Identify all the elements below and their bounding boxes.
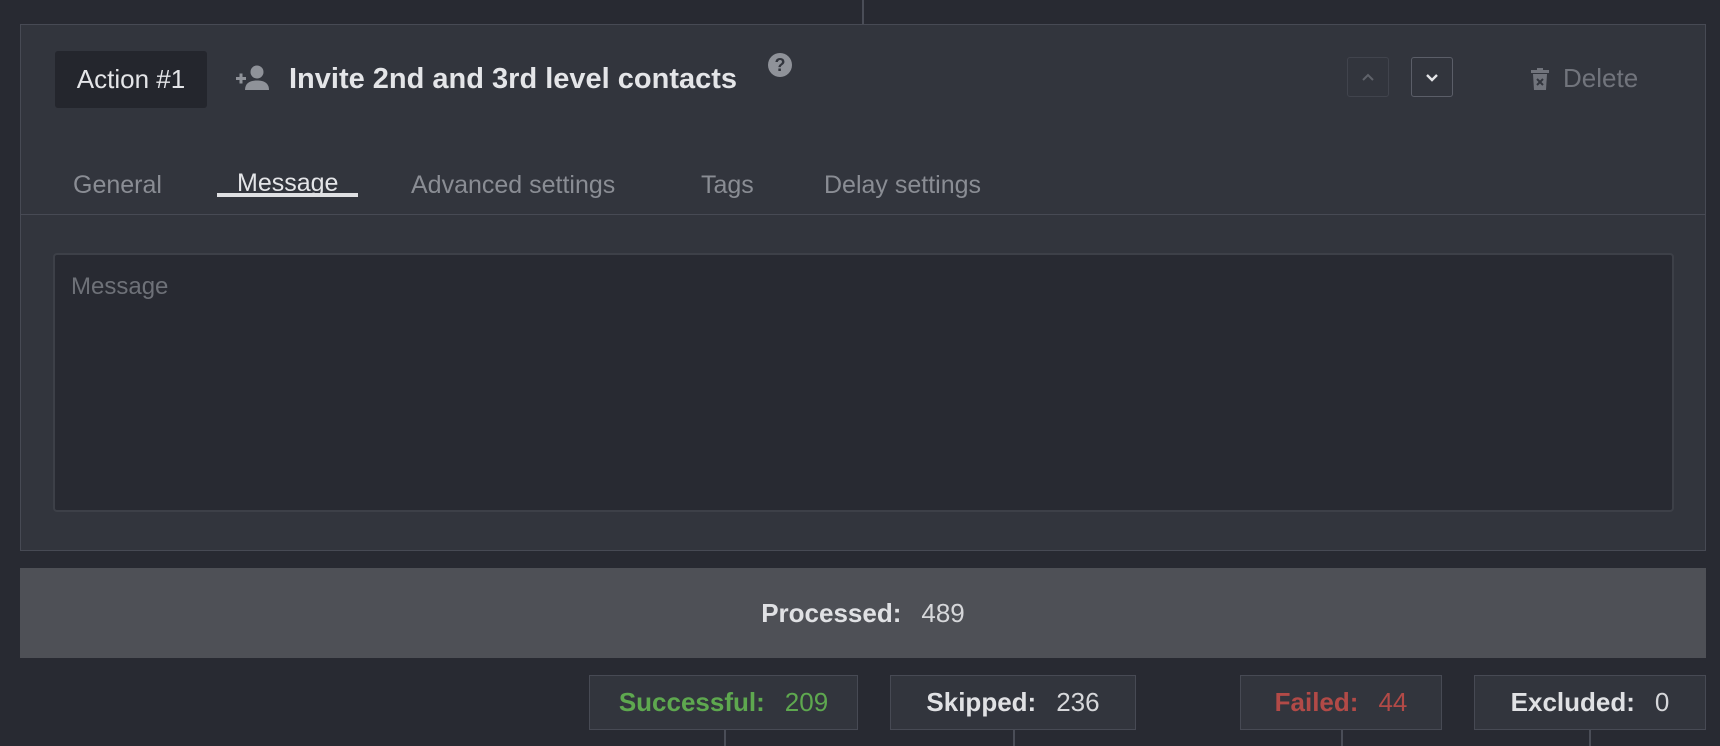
person-add-icon	[236, 65, 269, 90]
skipped-label: Skipped:	[926, 687, 1037, 717]
tab-tags[interactable]: Tags	[701, 135, 754, 215]
failed-label: Failed:	[1274, 687, 1359, 717]
successful-value: 209	[784, 687, 829, 717]
processed-value: 489	[921, 597, 965, 628]
connector-line-successful	[724, 730, 726, 746]
tab-message[interactable]: Message	[216, 135, 359, 215]
skipped-value: 236	[1056, 687, 1100, 717]
delete-button[interactable]: Delete	[1531, 63, 1638, 94]
help-icon[interactable]: ?	[768, 53, 792, 77]
connector-line-failed	[1341, 730, 1343, 746]
successful-label: Successful:	[618, 687, 765, 717]
chevron-up-icon	[1362, 73, 1374, 81]
successful-stat[interactable]: Successful: 209	[589, 675, 858, 730]
action-card: Action #1 Invite 2nd and 3rd level conta…	[20, 24, 1706, 551]
action-number-badge: Action #1	[55, 51, 207, 108]
skipped-stat[interactable]: Skipped: 236	[890, 675, 1136, 730]
action-title: Invite 2nd and 3rd level contacts	[289, 63, 738, 95]
tab-delay-settings[interactable]: Delay settings	[824, 135, 981, 215]
trash-icon	[1531, 67, 1549, 90]
processed-summary: Processed: 489	[20, 568, 1706, 658]
move-up-button[interactable]	[1347, 57, 1389, 97]
tab-bar: General Message Advanced settings Tags D…	[21, 135, 1705, 215]
processed-label: Processed:	[761, 597, 902, 628]
move-down-button[interactable]	[1411, 57, 1453, 97]
connector-line-skipped	[1013, 730, 1015, 746]
tab-advanced-settings[interactable]: Advanced settings	[411, 135, 615, 215]
excluded-stat[interactable]: Excluded: 0	[1474, 675, 1706, 730]
connector-line-top	[862, 0, 864, 24]
tab-general[interactable]: General	[73, 135, 162, 215]
connector-line-excluded	[1589, 730, 1591, 746]
excluded-label: Excluded:	[1510, 687, 1635, 717]
failed-stat[interactable]: Failed: 44	[1240, 675, 1442, 730]
delete-label: Delete	[1563, 63, 1639, 93]
failed-value: 44	[1378, 687, 1408, 717]
message-textarea[interactable]	[53, 253, 1674, 512]
excluded-value: 0	[1654, 687, 1670, 717]
chevron-down-icon	[1426, 73, 1438, 82]
